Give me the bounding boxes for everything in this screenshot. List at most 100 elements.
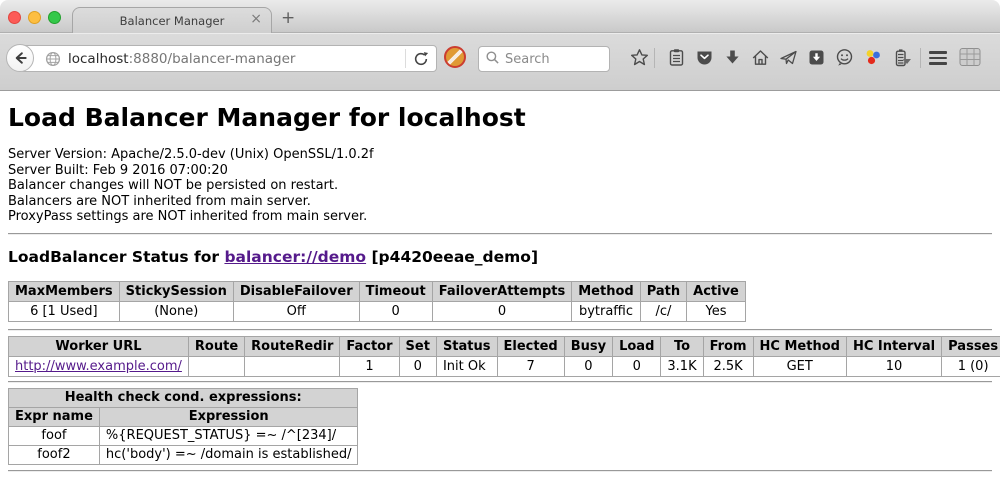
column-header: To <box>661 336 703 356</box>
table-header-row: MaxMembers StickySession DisableFailover… <box>9 281 746 301</box>
back-icon <box>11 49 29 67</box>
downloads-icon[interactable] <box>723 48 742 67</box>
search-icon <box>485 50 500 69</box>
notice-line: ProxyPass settings are NOT inherited fro… <box>8 209 992 225</box>
cell-path: /c/ <box>640 301 686 321</box>
titlebar: Balancer Manager × + <box>0 0 1000 33</box>
column-header: Factor <box>340 336 399 356</box>
cell-route <box>188 356 244 376</box>
cell-set: 0 <box>399 356 436 376</box>
extension-colored-dots-icon[interactable] <box>863 48 882 67</box>
column-header: Expr name <box>9 407 100 426</box>
column-header: From <box>703 336 753 356</box>
server-info: Server Version: Apache/2.5.0-dev (Unix) … <box>8 147 992 225</box>
traffic-lights <box>8 11 61 24</box>
cell-status: Init Ok <box>436 356 497 376</box>
cell-passes: 1 (0) <box>942 356 1000 376</box>
cell-hc-interval: 10 <box>846 356 941 376</box>
cell-factor: 1 <box>340 356 399 376</box>
cell-from: 2.5K <box>703 356 753 376</box>
column-header: Worker URL <box>9 336 189 356</box>
url-path: :8880/balancer-manager <box>129 51 296 67</box>
page-title: Load Balancer Manager for localhost <box>8 103 992 132</box>
send-plane-icon[interactable] <box>779 48 798 67</box>
globe-icon <box>45 51 61 67</box>
column-header: Status <box>436 336 497 356</box>
table-header-row: Expr name Expression <box>9 407 358 426</box>
cell-to: 3.1K <box>661 356 703 376</box>
window-close-button[interactable] <box>8 11 21 24</box>
server-built-line: Server Built: Feb 9 2016 07:00:20 <box>8 163 992 179</box>
cell-load: 0 <box>613 356 661 376</box>
server-version-line: Server Version: Apache/2.5.0-dev (Unix) … <box>8 147 992 163</box>
tab-title: Balancer Manager <box>120 14 225 28</box>
back-button[interactable] <box>6 44 34 72</box>
toolbar-separator <box>920 48 921 68</box>
notice-line: Balancers are NOT inherited from main se… <box>8 194 992 210</box>
search-input[interactable]: Search <box>478 46 610 72</box>
pocket-icon[interactable] <box>695 48 714 67</box>
column-header: Timeout <box>359 281 432 301</box>
cell-expr-name: foof <box>9 426 100 445</box>
health-check-table: Health check cond. expressions: Expr nam… <box>8 388 358 465</box>
column-header: HC Interval <box>846 336 941 356</box>
new-tab-button[interactable]: + <box>281 8 295 28</box>
reading-list-icon[interactable] <box>667 48 686 67</box>
divider <box>8 329 992 331</box>
chat-smiley-icon[interactable] <box>835 48 854 67</box>
home-icon[interactable] <box>751 48 770 67</box>
cell-expr-name: foof2 <box>9 445 100 464</box>
table-row: foof2 hc('body') =~ /domain is establish… <box>9 445 358 464</box>
balancer-link[interactable]: balancer://demo <box>224 248 366 266</box>
column-header: Elected <box>497 336 564 356</box>
chevron-down-icon[interactable] <box>903 59 911 64</box>
divider <box>8 470 992 472</box>
bookmark-star-icon[interactable] <box>630 48 649 67</box>
column-header: Method <box>572 281 640 301</box>
window-zoom-button[interactable] <box>48 11 61 24</box>
column-header: Active <box>687 281 746 301</box>
column-header: RouteRedir <box>245 336 340 356</box>
column-header: Load <box>613 336 661 356</box>
heading-prefix: LoadBalancer Status for <box>8 248 224 266</box>
cell-method: bytraffic <box>572 301 640 321</box>
extension-download-box-icon[interactable] <box>807 48 826 67</box>
worker-table: Worker URL Route RouteRedir Factor Set S… <box>8 336 1000 377</box>
column-header: FailoverAttempts <box>432 281 572 301</box>
navigation-toolbar: localhost:8880/balancer-manager Search <box>0 33 1000 91</box>
column-header: MaxMembers <box>9 281 120 301</box>
balancer-params-table: MaxMembers StickySession DisableFailover… <box>8 281 746 322</box>
column-header: Busy <box>564 336 612 356</box>
divider <box>8 233 992 235</box>
extension-battery-icon[interactable] <box>891 48 910 67</box>
window-minimize-button[interactable] <box>28 11 41 24</box>
cell-routeredir <box>245 356 340 376</box>
column-header: Passes <box>942 336 1000 356</box>
column-header: StickySession <box>119 281 233 301</box>
notice-line: Balancer changes will NOT be persisted o… <box>8 178 992 194</box>
cell-elected: 7 <box>497 356 564 376</box>
url-bar[interactable]: localhost:8880/balancer-manager <box>20 45 437 72</box>
reload-button[interactable] <box>406 51 436 67</box>
url-input[interactable]: localhost:8880/balancer-manager <box>68 51 405 67</box>
health-table-title: Health check cond. expressions: <box>9 388 358 407</box>
cell-failoverattempts: 0 <box>432 301 572 321</box>
column-header: Route <box>188 336 244 356</box>
tab-close-icon[interactable]: × <box>250 11 262 27</box>
reload-icon <box>413 51 429 67</box>
content-blocker-icon[interactable] <box>444 46 466 68</box>
table-title-row: Health check cond. expressions: <box>9 388 358 407</box>
page-content: Load Balancer Manager for localhost Serv… <box>0 91 1000 491</box>
column-header: DisableFailover <box>233 281 359 301</box>
extension-grid-icon[interactable] <box>959 47 981 71</box>
browser-window: Balancer Manager × + localhost:8880/bala… <box>0 0 1000 491</box>
toolbar-separator <box>654 48 655 68</box>
tab-balancer-manager[interactable]: Balancer Manager × <box>72 7 272 33</box>
column-header: Set <box>399 336 436 356</box>
url-host: localhost <box>68 51 129 67</box>
menu-button[interactable] <box>929 51 947 68</box>
column-header: Path <box>640 281 686 301</box>
column-header: HC Method <box>753 336 846 356</box>
worker-url-link[interactable]: http://www.example.com/ <box>15 359 182 374</box>
cell-stickysession: (None) <box>119 301 233 321</box>
